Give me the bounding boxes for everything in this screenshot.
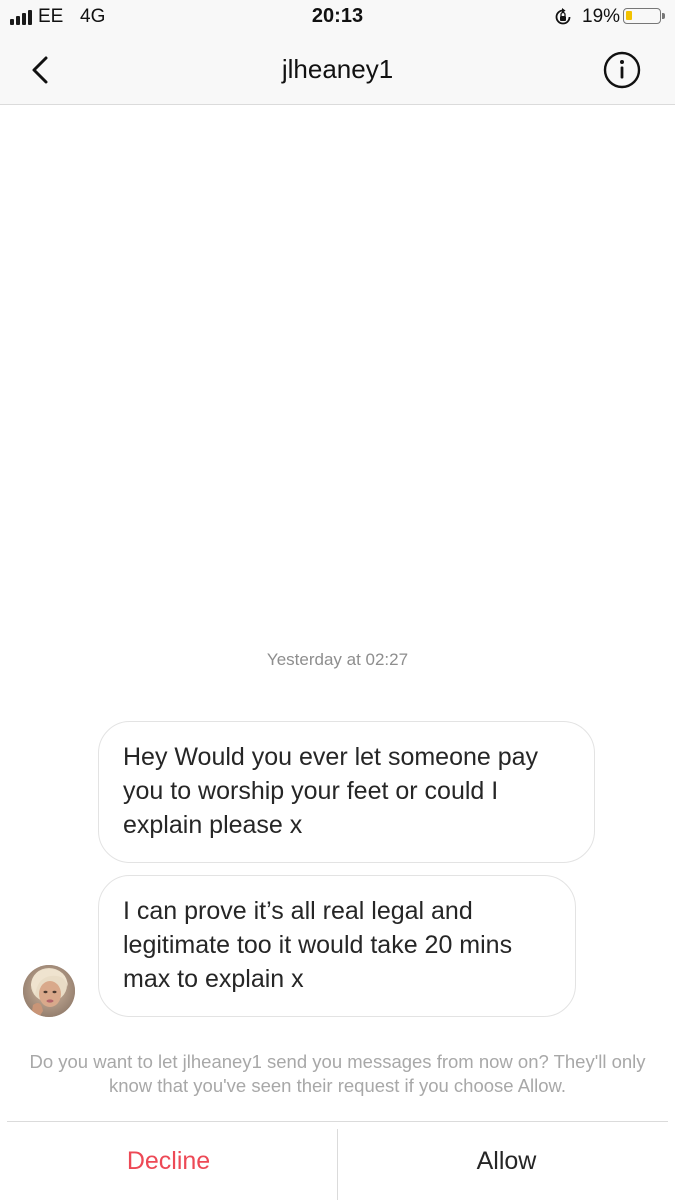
- avatar-image: [23, 965, 75, 1017]
- battery-level-fill: [626, 11, 632, 20]
- message-bubble[interactable]: Hey Would you ever let someone pay you t…: [98, 721, 595, 863]
- status-time: 20:13: [311, 5, 364, 27]
- status-bar: EE 4G 20:13 19%: [0, 0, 675, 36]
- info-icon[interactable]: [603, 51, 641, 89]
- request-actions: Decline Allow: [0, 1121, 675, 1200]
- actions-divider-top: [7, 1121, 668, 1122]
- dm-request-screen: EE 4G 20:13 19% jlheaney1 Yesterday at 0…: [0, 0, 675, 1200]
- message-request-prompt: Do you want to let jlheaney1 send you me…: [29, 1051, 646, 1096]
- message-timestamp: Yesterday at 02:27: [266, 650, 409, 669]
- decline-button[interactable]: Decline: [0, 1129, 337, 1193]
- allow-button[interactable]: Allow: [338, 1129, 675, 1193]
- sender-avatar[interactable]: [23, 965, 75, 1017]
- battery-icon: [623, 8, 661, 24]
- battery-percentage: 19%: [582, 6, 621, 27]
- message-bubble[interactable]: I can prove it’s all real legal and legi…: [98, 875, 576, 1017]
- orientation-lock-icon: [555, 8, 571, 25]
- conversation-header: jlheaney1: [0, 36, 675, 105]
- battery-tip: [662, 13, 665, 19]
- conversation-title[interactable]: jlheaney1: [0, 54, 675, 85]
